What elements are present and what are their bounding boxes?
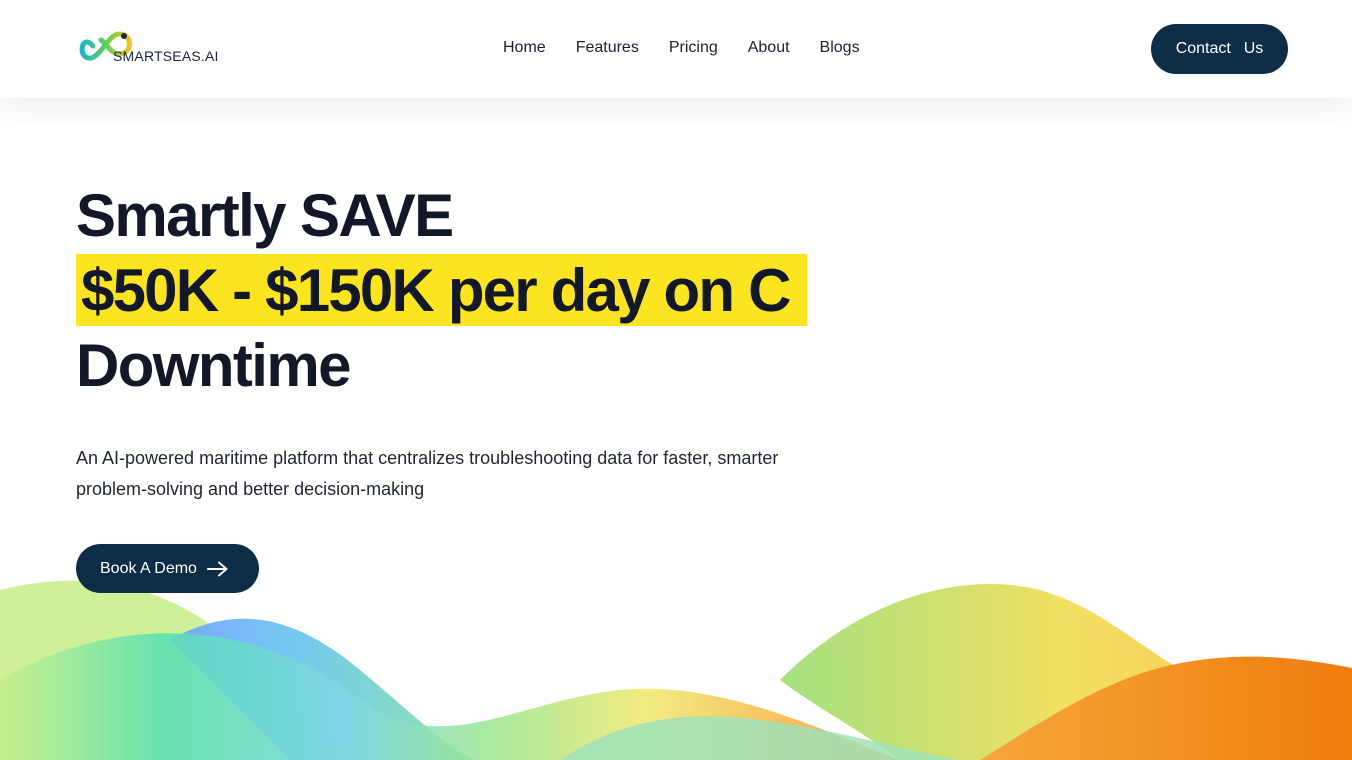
logo-text: SMARTSEAS.AI	[113, 48, 219, 64]
hero-description: An AI-powered maritime platform that cen…	[76, 448, 779, 499]
hero-title-highlight: $50K - $150K per day on C	[76, 254, 807, 326]
main-nav: Home Features Pricing About Blogs	[503, 38, 860, 58]
contact-us-button[interactable]: Contact Us	[1151, 24, 1288, 74]
nav-pricing[interactable]: Pricing	[669, 38, 718, 58]
arrow-right-icon	[206, 561, 228, 576]
hero-highlight-text: $50K - $150K per day on C	[81, 257, 791, 324]
nav-features[interactable]: Features	[576, 38, 639, 58]
nav-blogs[interactable]: Blogs	[820, 38, 860, 58]
nav-home[interactable]: Home	[503, 38, 546, 58]
book-demo-button[interactable]: Book A Demo	[76, 544, 259, 593]
hero-title-line1: Smartly SAVE	[76, 182, 454, 249]
logo[interactable]: SMARTSEAS.AI	[79, 26, 219, 66]
nav-about[interactable]: About	[748, 38, 790, 58]
hero-title-line3: Downtime	[76, 332, 351, 399]
book-demo-label: Book A Demo	[100, 559, 197, 577]
site-header: SMARTSEAS.AI Home Features Pricing About…	[0, 0, 1352, 98]
